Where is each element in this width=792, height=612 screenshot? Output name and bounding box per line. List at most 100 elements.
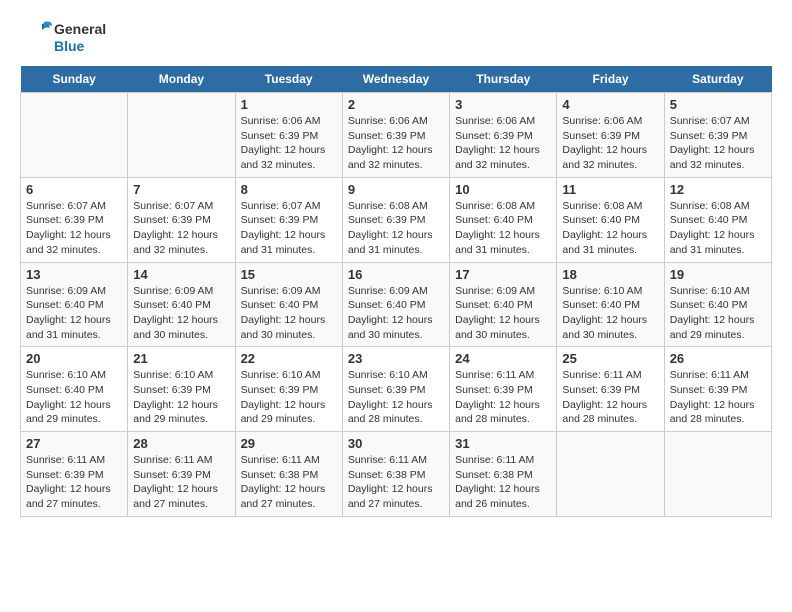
day-number: 11 (562, 182, 658, 197)
calendar-cell: 13 Sunrise: 6:09 AMSunset: 6:40 PMDayligh… (21, 262, 128, 347)
day-header-wednesday: Wednesday (342, 66, 449, 93)
cell-details: Sunrise: 6:08 AMSunset: 6:40 PMDaylight:… (455, 199, 551, 258)
cell-details: Sunrise: 6:07 AMSunset: 6:39 PMDaylight:… (133, 199, 229, 258)
day-number: 6 (26, 182, 122, 197)
calendar-cell (128, 93, 235, 178)
day-header-tuesday: Tuesday (235, 66, 342, 93)
calendar-cell: 30Sunrise: 6:11 AMSunset: 6:38 PMDayligh… (342, 432, 449, 517)
calendar-cell: 29 Sunrise: 6:11 AMSunset: 6:38 PMDayligh… (235, 432, 342, 517)
cell-details: Sunrise: 6:09 AMSunset: 6:40 PMDaylight:… (455, 284, 551, 343)
calendar-cell: 19 Sunrise: 6:10 AMSunset: 6:40 PMDayligh… (664, 262, 771, 347)
cell-details: Sunrise: 6:07 AMSunset: 6:39 PMDaylight:… (670, 114, 766, 173)
cell-details: Sunrise: 6:10 AMSunset: 6:39 PMDaylight:… (133, 368, 229, 427)
cell-details: Sunrise: 6:11 AMSunset: 6:39 PMDaylight:… (26, 453, 122, 512)
day-number: 4 (562, 97, 658, 112)
page-header: General Blue (20, 20, 772, 56)
logo-general: General (54, 21, 106, 38)
cell-details: Sunrise: 6:10 AMSunset: 6:40 PMDaylight:… (670, 284, 766, 343)
cell-details: Sunrise: 6:10 AMSunset: 6:39 PMDaylight:… (241, 368, 337, 427)
cell-details: Sunrise: 6:11 AMSunset: 6:39 PMDaylight:… (562, 368, 658, 427)
calendar-cell: 16 Sunrise: 6:09 AMSunset: 6:40 PMDayligh… (342, 262, 449, 347)
cell-details: Sunrise: 6:07 AMSunset: 6:39 PMDaylight:… (26, 199, 122, 258)
cell-details: Sunrise: 6:10 AMSunset: 6:39 PMDaylight:… (348, 368, 444, 427)
cell-details: Sunrise: 6:11 AMSunset: 6:39 PMDaylight:… (455, 368, 551, 427)
cell-details: Sunrise: 6:06 AMSunset: 6:39 PMDaylight:… (241, 114, 337, 173)
cell-details: Sunrise: 6:10 AMSunset: 6:40 PMDaylight:… (562, 284, 658, 343)
logo-blue: Blue (54, 38, 106, 55)
calendar-cell: 21Sunrise: 6:10 AMSunset: 6:39 PMDayligh… (128, 347, 235, 432)
calendar-cell: 2 Sunrise: 6:06 AMSunset: 6:39 PMDaylight… (342, 93, 449, 178)
calendar-cell: 7Sunrise: 6:07 AMSunset: 6:39 PMDaylight… (128, 177, 235, 262)
calendar-cell: 25 Sunrise: 6:11 AMSunset: 6:39 PMDayligh… (557, 347, 664, 432)
cell-details: Sunrise: 6:08 AMSunset: 6:40 PMDaylight:… (670, 199, 766, 258)
day-number: 13 (26, 267, 122, 282)
day-number: 18 (562, 267, 658, 282)
day-number: 5 (670, 97, 766, 112)
calendar-cell: 11 Sunrise: 6:08 AMSunset: 6:40 PMDayligh… (557, 177, 664, 262)
cell-details: Sunrise: 6:06 AMSunset: 6:39 PMDaylight:… (348, 114, 444, 173)
calendar-cell: 26 Sunrise: 6:11 AMSunset: 6:39 PMDayligh… (664, 347, 771, 432)
day-number: 25 (562, 351, 658, 366)
logo-graphic (20, 20, 52, 56)
calendar-week-3: 13 Sunrise: 6:09 AMSunset: 6:40 PMDayligh… (21, 262, 772, 347)
calendar-cell: 31 Sunrise: 6:11 AMSunset: 6:38 PMDayligh… (450, 432, 557, 517)
calendar-week-4: 20 Sunrise: 6:10 AMSunset: 6:40 PMDayligh… (21, 347, 772, 432)
day-number: 31 (455, 436, 551, 451)
day-header-sunday: Sunday (21, 66, 128, 93)
day-number: 23 (348, 351, 444, 366)
day-number: 15 (241, 267, 337, 282)
day-header-monday: Monday (128, 66, 235, 93)
day-number: 26 (670, 351, 766, 366)
day-number: 22 (241, 351, 337, 366)
day-number: 8 (241, 182, 337, 197)
cell-details: Sunrise: 6:10 AMSunset: 6:40 PMDaylight:… (26, 368, 122, 427)
cell-details: Sunrise: 6:11 AMSunset: 6:39 PMDaylight:… (133, 453, 229, 512)
day-number: 10 (455, 182, 551, 197)
day-number: 12 (670, 182, 766, 197)
cell-details: Sunrise: 6:07 AMSunset: 6:39 PMDaylight:… (241, 199, 337, 258)
calendar-cell (21, 93, 128, 178)
calendar-cell: 18 Sunrise: 6:10 AMSunset: 6:40 PMDayligh… (557, 262, 664, 347)
cell-details: Sunrise: 6:11 AMSunset: 6:39 PMDaylight:… (670, 368, 766, 427)
cell-details: Sunrise: 6:11 AMSunset: 6:38 PMDaylight:… (348, 453, 444, 512)
calendar-cell: 17Sunrise: 6:09 AMSunset: 6:40 PMDayligh… (450, 262, 557, 347)
cell-details: Sunrise: 6:09 AMSunset: 6:40 PMDaylight:… (26, 284, 122, 343)
day-number: 19 (670, 267, 766, 282)
day-number: 27 (26, 436, 122, 451)
calendar-cell: 23 Sunrise: 6:10 AMSunset: 6:39 PMDayligh… (342, 347, 449, 432)
calendar-cell: 14 Sunrise: 6:09 AMSunset: 6:40 PMDayligh… (128, 262, 235, 347)
cell-details: Sunrise: 6:11 AMSunset: 6:38 PMDaylight:… (241, 453, 337, 512)
calendar-cell: 4 Sunrise: 6:06 AMSunset: 6:39 PMDaylight… (557, 93, 664, 178)
cell-details: Sunrise: 6:08 AMSunset: 6:39 PMDaylight:… (348, 199, 444, 258)
calendar-cell: 6 Sunrise: 6:07 AMSunset: 6:39 PMDaylight… (21, 177, 128, 262)
calendar-cell: 5 Sunrise: 6:07 AMSunset: 6:39 PMDaylight… (664, 93, 771, 178)
calendar-cell (557, 432, 664, 517)
logo-container: General Blue (20, 20, 106, 56)
day-number: 16 (348, 267, 444, 282)
day-header-thursday: Thursday (450, 66, 557, 93)
day-number: 28 (133, 436, 229, 451)
calendar-header-row: SundayMondayTuesdayWednesdayThursdayFrid… (21, 66, 772, 93)
day-number: 20 (26, 351, 122, 366)
cell-details: Sunrise: 6:09 AMSunset: 6:40 PMDaylight:… (348, 284, 444, 343)
day-number: 9 (348, 182, 444, 197)
calendar-cell: 20 Sunrise: 6:10 AMSunset: 6:40 PMDayligh… (21, 347, 128, 432)
calendar-cell: 9 Sunrise: 6:08 AMSunset: 6:39 PMDaylight… (342, 177, 449, 262)
calendar-cell: 15 Sunrise: 6:09 AMSunset: 6:40 PMDayligh… (235, 262, 342, 347)
day-header-saturday: Saturday (664, 66, 771, 93)
cell-details: Sunrise: 6:09 AMSunset: 6:40 PMDaylight:… (241, 284, 337, 343)
day-number: 2 (348, 97, 444, 112)
calendar-cell: 22 Sunrise: 6:10 AMSunset: 6:39 PMDayligh… (235, 347, 342, 432)
cell-details: Sunrise: 6:11 AMSunset: 6:38 PMDaylight:… (455, 453, 551, 512)
cell-details: Sunrise: 6:06 AMSunset: 6:39 PMDaylight:… (562, 114, 658, 173)
day-number: 14 (133, 267, 229, 282)
day-number: 3 (455, 97, 551, 112)
day-number: 24 (455, 351, 551, 366)
cell-details: Sunrise: 6:09 AMSunset: 6:40 PMDaylight:… (133, 284, 229, 343)
calendar-cell: 27 Sunrise: 6:11 AMSunset: 6:39 PMDayligh… (21, 432, 128, 517)
calendar-cell: 3Sunrise: 6:06 AMSunset: 6:39 PMDaylight… (450, 93, 557, 178)
calendar-table: SundayMondayTuesdayWednesdayThursdayFrid… (20, 66, 772, 517)
cell-details: Sunrise: 6:08 AMSunset: 6:40 PMDaylight:… (562, 199, 658, 258)
day-number: 29 (241, 436, 337, 451)
calendar-cell: 1Sunrise: 6:06 AMSunset: 6:39 PMDaylight… (235, 93, 342, 178)
